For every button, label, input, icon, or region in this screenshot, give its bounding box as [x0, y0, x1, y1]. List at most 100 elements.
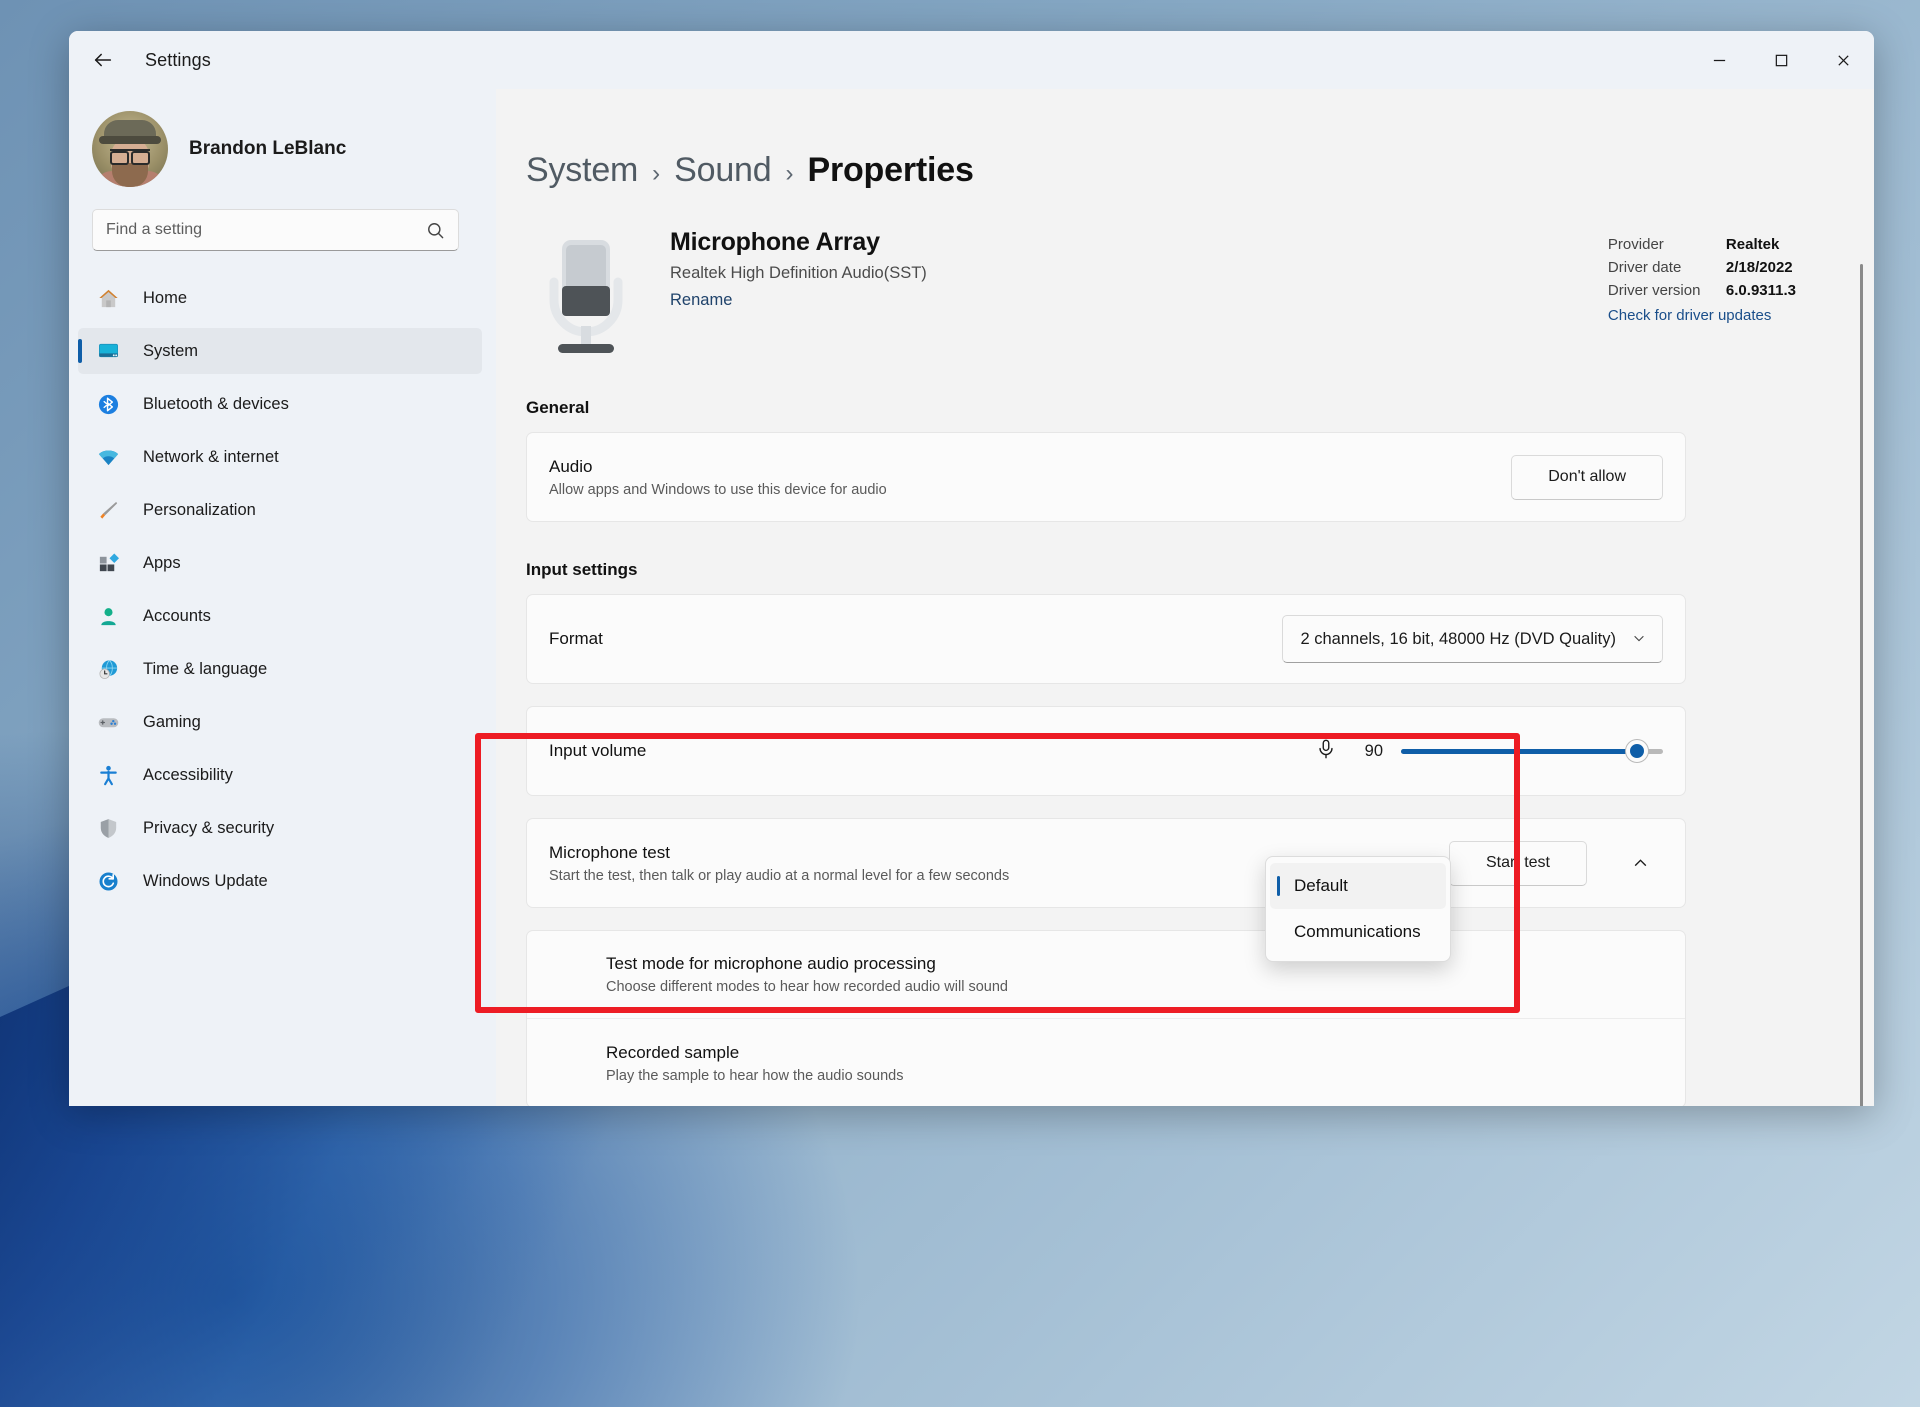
sidebar-item-label: Windows Update — [143, 871, 268, 890]
page-title: Properties — [807, 151, 974, 189]
dropdown-option-communications[interactable]: Communications — [1270, 909, 1446, 955]
volume-slider-group: 90 — [1315, 737, 1663, 766]
breadcrumb-separator: › — [785, 160, 794, 187]
input-volume-card: Input volume 90 — [526, 706, 1686, 796]
breadcrumb-separator: › — [652, 160, 661, 187]
sidebar-item-system[interactable]: System — [78, 328, 482, 374]
driver-provider-label: Provider — [1607, 236, 1664, 253]
system-display-icon — [93, 340, 123, 363]
profile-name: Brandon LeBlanc — [189, 138, 347, 159]
sidebar-item-network-internet[interactable]: Network & internet — [78, 434, 482, 480]
sidebar-item-gaming[interactable]: Gaming — [78, 699, 482, 745]
sidebar-item-label: Personalization — [143, 500, 256, 519]
paintbrush-icon — [93, 499, 123, 522]
start-test-button[interactable]: Start test — [1448, 840, 1587, 886]
input-volume-row: Input volume 90 — [527, 707, 1685, 795]
close-icon — [1837, 54, 1849, 66]
sidebar-item-label: Network & internet — [143, 447, 279, 466]
vertical-scrollbar[interactable] — [1860, 264, 1863, 1106]
search-input[interactable] — [106, 221, 426, 239]
microphone-test-row: Microphone test Start the test, then tal… — [527, 819, 1685, 907]
volume-slider[interactable] — [1401, 739, 1663, 763]
maximize-button[interactable] — [1750, 31, 1812, 89]
format-label: Format — [549, 629, 603, 648]
sidebar-item-label: System — [143, 341, 199, 360]
format-row: Format 2 channels, 16 bit, 48000 Hz (DVD… — [527, 595, 1685, 683]
driver-date-value: 2/18/2022 — [1725, 259, 1793, 276]
format-card: Format 2 channels, 16 bit, 48000 Hz (DVD… — [526, 594, 1686, 684]
sidebar-item-label: Apps — [143, 553, 181, 572]
recorded-sample-title: Recorded sample — [606, 1042, 740, 1062]
close-button[interactable] — [1812, 31, 1874, 89]
general-section-title: General — [526, 398, 590, 417]
microphone-icon — [526, 228, 646, 360]
search-box[interactable] — [92, 209, 459, 251]
device-name: Microphone Array — [670, 228, 880, 256]
driver-version-label: Driver version — [1607, 282, 1701, 299]
search-icon — [426, 221, 445, 240]
test-mode-title: Test mode for microphone audio processin… — [606, 954, 936, 973]
sidebar-item-accessibility[interactable]: Accessibility — [78, 752, 482, 798]
user-profile[interactable]: Brandon LeBlanc — [69, 89, 496, 205]
check-driver-updates-link[interactable]: Check for driver updates — [1608, 307, 1796, 324]
sidebar-item-personalization[interactable]: Personalization — [78, 487, 482, 533]
test-mode-dropdown-flyout: Default Communications — [1265, 856, 1451, 962]
volume-value: 90 — [1364, 741, 1383, 760]
sidebar-item-accounts[interactable]: Accounts — [78, 593, 482, 639]
back-button[interactable] — [83, 40, 123, 80]
dropdown-option-label: Default — [1294, 876, 1348, 895]
globe-clock-icon — [93, 658, 123, 681]
format-dropdown[interactable]: 2 channels, 16 bit, 48000 Hz (DVD Qualit… — [1281, 615, 1663, 663]
maximize-icon — [1775, 54, 1787, 66]
dropdown-option-default[interactable]: Default — [1270, 863, 1446, 909]
sidebar-nav: Home System Bluetooth & devices Network … — [69, 275, 496, 911]
sidebar-item-label: Bluetooth & devices — [143, 394, 289, 413]
wifi-icon — [93, 446, 123, 469]
test-mode-row: Test mode for microphone audio processin… — [527, 931, 1685, 1019]
sidebar-item-windows-update[interactable]: Windows Update — [78, 858, 482, 904]
test-mode-subtitle: Choose different modes to hear how recor… — [606, 979, 1008, 995]
sidebar: Brandon LeBlanc Home — [69, 89, 496, 1106]
slider-fill — [1401, 748, 1637, 754]
update-refresh-icon — [93, 870, 123, 893]
driver-date-row: Driver date 2/18/2022 — [1608, 259, 1796, 276]
sidebar-item-label: Accessibility — [143, 765, 233, 784]
recorded-sample-subtitle: Play the sample to hear how the audio so… — [606, 1067, 904, 1084]
main-content: System › Sound › Properties Microphone A… — [496, 89, 1874, 1106]
sidebar-item-home[interactable]: Home — [78, 275, 482, 321]
minimize-button[interactable] — [1688, 31, 1750, 89]
gamepad-icon — [93, 711, 123, 734]
sidebar-item-label: Privacy & security — [143, 818, 275, 837]
rename-link[interactable]: Rename — [670, 291, 732, 310]
person-icon — [93, 605, 123, 628]
sidebar-item-bluetooth-devices[interactable]: Bluetooth & devices — [78, 381, 482, 427]
input-settings-section-title: Input settings — [526, 560, 638, 579]
title-bar: Settings — [69, 31, 1874, 89]
driver-provider-value: Realtek — [1725, 236, 1780, 253]
slider-thumb[interactable] — [1625, 740, 1648, 762]
format-value: 2 channels, 16 bit, 48000 Hz (DVD Qualit… — [1300, 629, 1617, 648]
sidebar-item-label: Time & language — [143, 659, 268, 678]
sidebar-item-time-language[interactable]: Time & language — [78, 646, 482, 692]
apps-icon — [93, 552, 123, 575]
sidebar-item-privacy-security[interactable]: Privacy & security — [78, 805, 482, 851]
input-volume-label: Input volume — [549, 741, 647, 760]
device-subtitle: Realtek High Definition Audio(SST) — [670, 264, 927, 282]
chevron-down-icon — [1632, 631, 1646, 648]
recorded-sample-row: Recorded sample Play the sample to hear … — [527, 1019, 1685, 1106]
settings-window: Settings Brandon LeBlanc Find a setting … — [69, 31, 1874, 1106]
breadcrumb-system[interactable]: System — [526, 151, 638, 190]
audio-card: Audio Allow apps and Windows to use this… — [526, 432, 1686, 522]
back-arrow-icon — [94, 53, 112, 67]
sidebar-item-label: Home — [143, 288, 188, 307]
dont-allow-button[interactable]: Don't allow — [1511, 454, 1663, 500]
shield-icon — [93, 817, 123, 840]
test-mode-card: Test mode for microphone audio processin… — [526, 930, 1686, 1106]
breadcrumb-sound[interactable]: Sound — [674, 151, 772, 190]
device-header: Microphone Array Realtek High Definition… — [526, 228, 1874, 360]
window-controls — [1688, 31, 1874, 89]
sidebar-item-apps[interactable]: Apps — [78, 540, 482, 586]
sidebar-item-label: Accounts — [143, 606, 211, 625]
driver-info: Provider Realtek Driver date 2/18/2022 D… — [1608, 236, 1796, 324]
microphone-test-expander[interactable] — [1617, 840, 1663, 886]
